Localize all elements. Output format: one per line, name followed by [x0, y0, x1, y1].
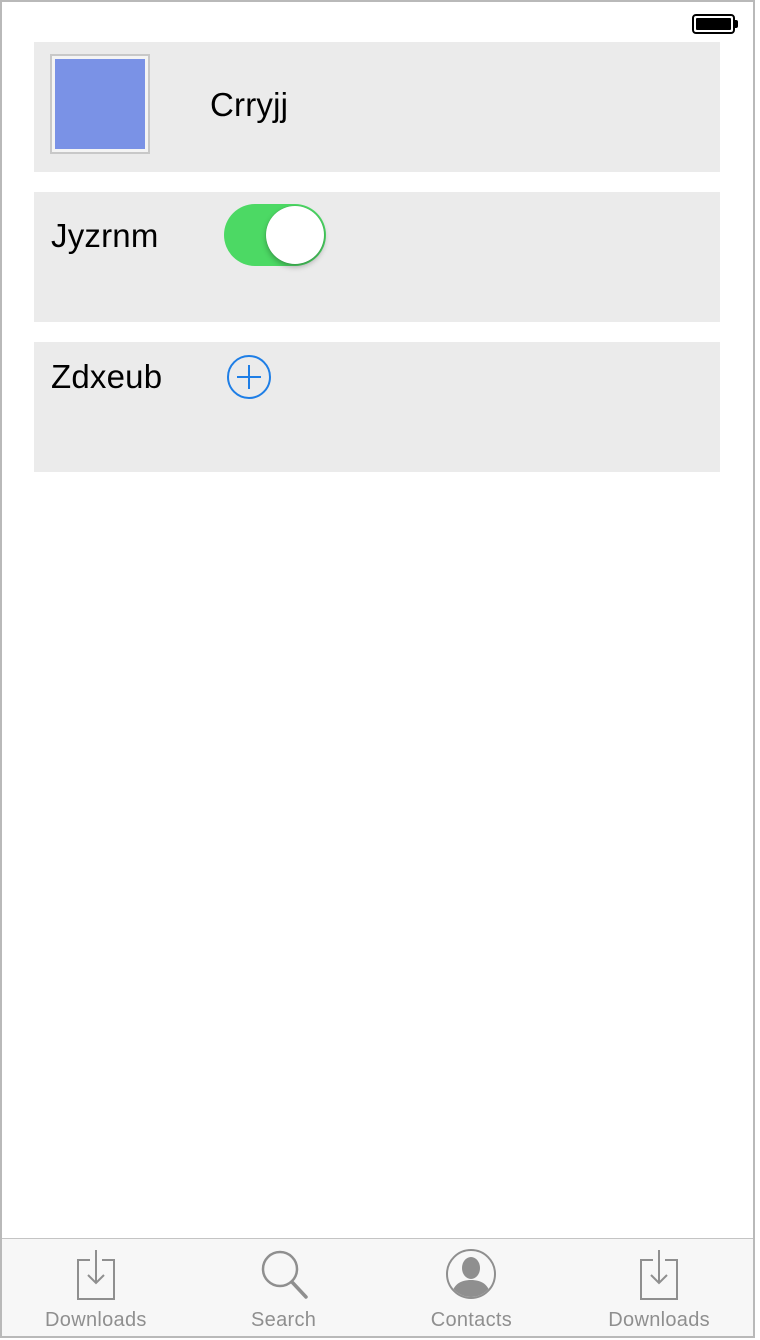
- status-bar: [2, 2, 753, 42]
- download-icon: [76, 1250, 115, 1300]
- list-item-jyzrnm: Jyzrnm: [34, 192, 720, 322]
- tab-label: Downloads: [45, 1309, 147, 1331]
- tab-search[interactable]: Search: [190, 1239, 378, 1336]
- tab-label: Search: [251, 1309, 317, 1331]
- list-item-zdxeub: Zdxeub: [34, 342, 720, 472]
- search-icon: [261, 1250, 308, 1299]
- tab-label: Downloads: [608, 1309, 710, 1331]
- add-icon[interactable]: [226, 354, 272, 400]
- battery-icon: [692, 14, 738, 34]
- toggle-knob: [266, 206, 324, 264]
- tab-downloads-2[interactable]: Downloads: [565, 1239, 753, 1336]
- phone-screen: Crryjj Jyzrnm Zdxeub Downloads Search Co…: [0, 0, 755, 1338]
- list-item-title: Zdxeub: [51, 358, 163, 395]
- download-icon: [640, 1250, 679, 1300]
- tab-bar: Downloads Search Contacts Downloads: [2, 1238, 753, 1336]
- contacts-icon: [446, 1249, 497, 1299]
- list-item-title: Crryjj: [210, 86, 289, 123]
- tab-label: Contacts: [430, 1309, 513, 1331]
- list-item-crryjj[interactable]: Crryjj: [34, 42, 720, 172]
- toggle-switch[interactable]: [224, 204, 326, 266]
- tab-downloads[interactable]: Downloads: [2, 1239, 190, 1336]
- list-item-title: Jyzrnm: [51, 217, 159, 254]
- thumbnail-color: [55, 59, 145, 149]
- thumbnail-image: [50, 54, 150, 154]
- tab-contacts[interactable]: Contacts: [378, 1239, 566, 1336]
